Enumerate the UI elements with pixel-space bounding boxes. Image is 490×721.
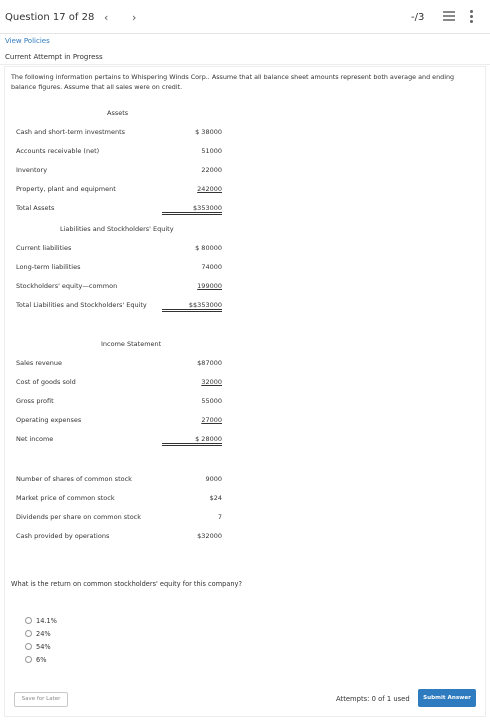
asset-label: Inventory <box>16 166 48 174</box>
liability-label: Current liabilities <box>16 244 72 252</box>
attempts-counter: Attempts: 0 of 1 used <box>336 695 410 703</box>
option-label: 54% <box>36 643 51 651</box>
income-label: Net income <box>16 435 54 443</box>
income-value: 32000 <box>201 378 222 386</box>
net-income-value: $ 28000 <box>162 435 222 446</box>
income-label: Sales revenue <box>16 359 62 367</box>
income-label: Gross profit <box>16 397 54 405</box>
liability-value: 199000 <box>197 282 222 290</box>
radio-icon[interactable] <box>25 617 32 624</box>
answer-option[interactable]: 24% <box>25 630 51 638</box>
other-label: Cash provided by operations <box>16 532 110 540</box>
answer-option[interactable]: 14.1% <box>25 617 57 625</box>
total-assets-value: $353000 <box>162 204 222 215</box>
other-label: Number of shares of common stock <box>16 475 132 483</box>
attempt-status: Current Attempt in Progress <box>5 53 103 61</box>
income-value: 55000 <box>201 397 222 405</box>
radio-icon[interactable] <box>25 643 32 650</box>
liabilities-title: Liabilities and Stockholders' Equity <box>60 225 174 233</box>
answer-option[interactable]: 6% <box>25 656 46 664</box>
income-label: Cost of goods sold <box>16 378 76 386</box>
other-value: 9000 <box>205 475 222 483</box>
asset-value: $ 38000 <box>195 128 222 136</box>
income-title: Income Statement <box>101 340 162 348</box>
liability-label: Long-term liabilities <box>16 263 81 271</box>
question-counter: Question 17 of 28 <box>5 12 95 23</box>
asset-value: 242000 <box>197 185 222 193</box>
other-label: Dividends per share on common stock <box>16 513 142 521</box>
question-intro: The following information pertains to Wh… <box>11 73 455 91</box>
liability-value: $ 80000 <box>195 244 222 252</box>
option-label: 6% <box>36 656 47 664</box>
question-card <box>4 66 486 717</box>
more-vertical-icon[interactable] <box>470 10 474 23</box>
previous-question-button[interactable]: ‹ <box>104 11 108 24</box>
total-liabilities-value: $$353000 <box>162 301 222 312</box>
radio-icon[interactable] <box>25 630 32 637</box>
option-label: 14.1% <box>36 617 57 625</box>
answer-option[interactable]: 54% <box>25 643 51 651</box>
other-value: $32000 <box>197 532 222 540</box>
income-value: $87000 <box>197 359 222 367</box>
asset-label: Property, plant and equipment <box>16 185 116 193</box>
other-value: 7 <box>217 513 222 521</box>
score-display: -/3 <box>411 12 425 23</box>
option-label: 24% <box>36 630 51 638</box>
other-label: Market price of common stock <box>16 494 115 502</box>
view-policies-link[interactable]: View Policies <box>5 37 50 45</box>
liability-value: 74000 <box>201 263 222 271</box>
list-icon[interactable] <box>443 11 455 22</box>
assets-title: Assets <box>107 109 129 117</box>
save-for-later-button[interactable]: Save for Later <box>14 692 68 707</box>
liability-label: Total Liabilities and Stockholders' Equi… <box>16 301 147 309</box>
radio-icon[interactable] <box>25 656 32 663</box>
top-bar: Question 17 of 28 ‹ › -/3 <box>0 0 490 34</box>
asset-value: 51000 <box>201 147 222 155</box>
asset-label: Total Assets <box>16 204 55 212</box>
liability-label: Stockholders' equity—common <box>16 282 118 290</box>
next-question-button[interactable]: › <box>132 11 136 24</box>
question-text: What is the return on common stockholder… <box>11 580 242 588</box>
income-value: 27000 <box>201 416 222 424</box>
asset-label: Accounts receivable (net) <box>16 147 100 155</box>
divider <box>0 64 490 65</box>
other-value: $24 <box>209 494 222 502</box>
submit-answer-button[interactable]: Submit Answer <box>418 689 476 707</box>
asset-value: 22000 <box>201 166 222 174</box>
asset-label: Cash and short-term investments <box>16 128 126 136</box>
income-label: Operating expenses <box>16 416 82 424</box>
